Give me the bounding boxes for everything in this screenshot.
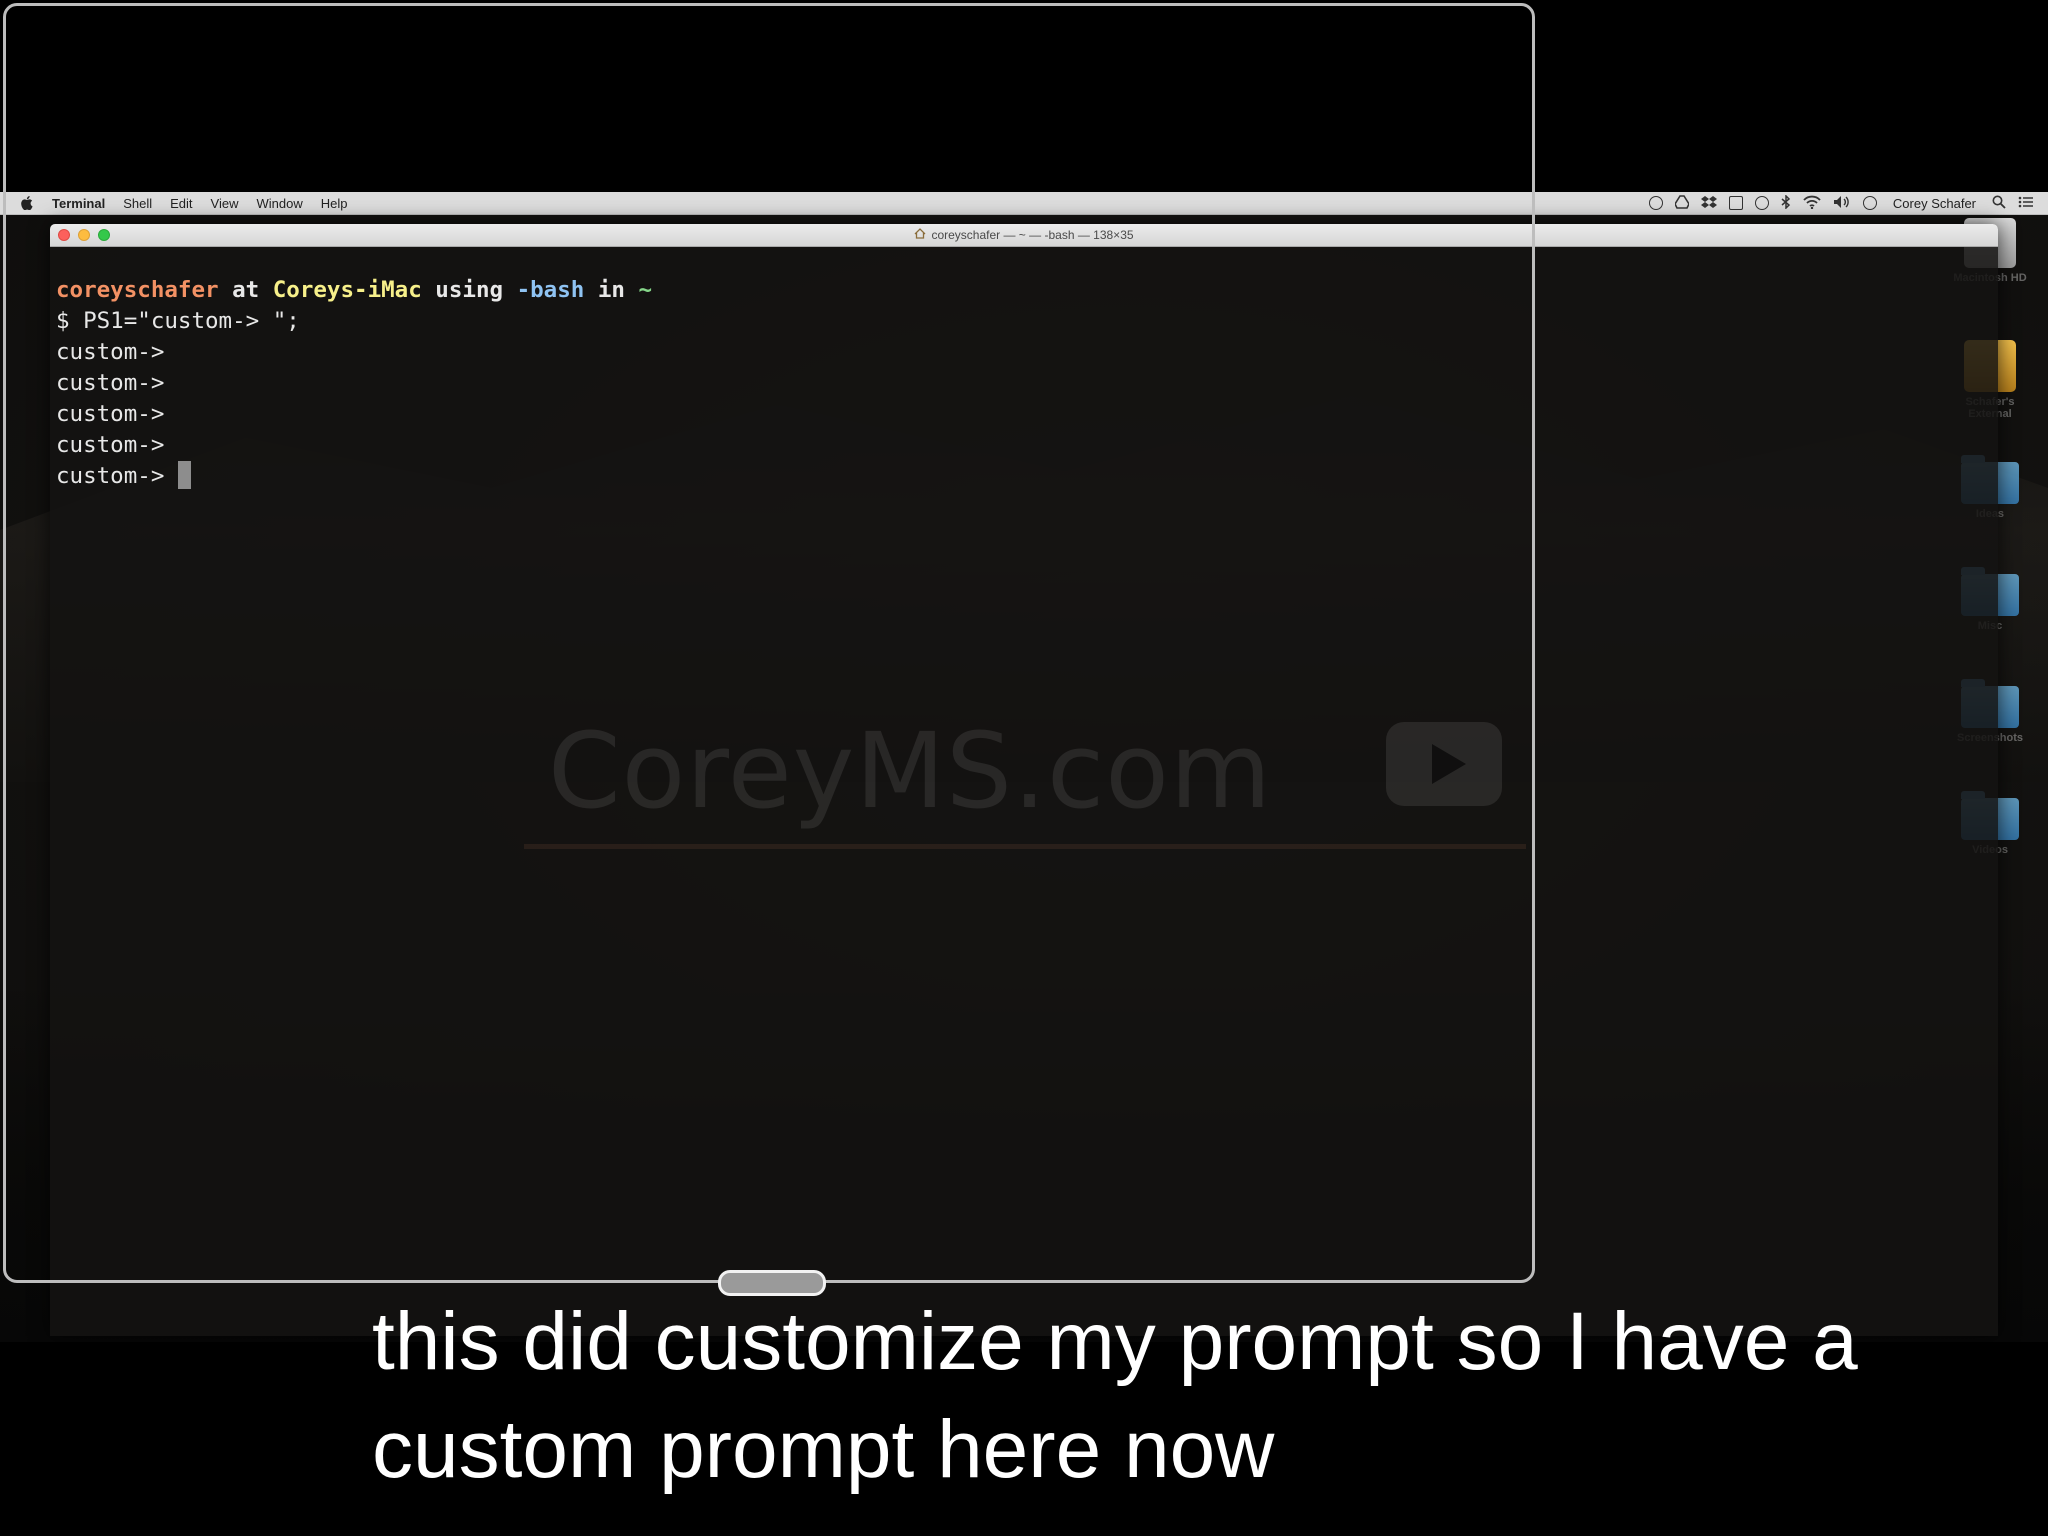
- prompt-at: at: [218, 277, 273, 303]
- custom-prompt-line: custom->: [56, 401, 165, 427]
- window-controls: [58, 229, 110, 241]
- prompt-shell: -bash: [516, 277, 585, 303]
- notification-center-icon[interactable]: [2018, 195, 2034, 212]
- volume-icon[interactable]: [1833, 195, 1851, 212]
- zoom-button[interactable]: [98, 229, 110, 241]
- close-button[interactable]: [58, 229, 70, 241]
- prompt-user: coreyschafer: [56, 277, 219, 303]
- time-machine-icon[interactable]: [1754, 196, 1769, 210]
- active-prompt-line[interactable]: custom->: [56, 461, 1992, 492]
- menu-shell[interactable]: Shell: [123, 196, 152, 211]
- spotlight-search-icon[interactable]: [1992, 195, 2006, 212]
- watermark-text: CoreyMS.com: [548, 710, 1273, 832]
- menu-help[interactable]: Help: [321, 196, 348, 211]
- clock-icon[interactable]: [1862, 196, 1877, 210]
- watermark-underline: [524, 844, 1526, 849]
- window-titlebar[interactable]: coreyschafer — ~ — -bash — 138×35: [50, 224, 1998, 247]
- menu-window[interactable]: Window: [257, 196, 303, 211]
- prompt-using: using: [421, 277, 517, 303]
- record-icon[interactable]: [1648, 196, 1663, 210]
- menu-terminal[interactable]: Terminal: [52, 196, 105, 211]
- prompt-host: Coreys-iMac: [272, 277, 422, 303]
- custom-prompt-line: custom->: [56, 339, 165, 365]
- dropbox-icon[interactable]: [1700, 195, 1717, 212]
- minimize-button[interactable]: [78, 229, 90, 241]
- active-prompt: custom->: [56, 463, 165, 489]
- wifi-icon[interactable]: [1803, 195, 1821, 212]
- prompt-dir: ~: [638, 277, 653, 303]
- prompt-in: in: [584, 277, 639, 303]
- home-folder-icon: [914, 228, 926, 242]
- bluetooth-icon[interactable]: [1781, 193, 1791, 212]
- text-cursor: [178, 461, 192, 489]
- airplay-icon[interactable]: [1728, 196, 1743, 210]
- window-title-text: coreyschafer — ~ — -bash — 138×35: [931, 228, 1134, 242]
- user-name[interactable]: Corey Schafer: [1893, 196, 1976, 211]
- google-drive-icon[interactable]: [1673, 194, 1690, 212]
- caption-line-1: this did customize my prompt so I have a: [372, 1296, 1858, 1387]
- window-title: coreyschafer — ~ — -bash — 138×35: [914, 228, 1134, 242]
- video-caption: this did customize my prompt so I have a…: [372, 1288, 2012, 1504]
- play-button-icon: [1386, 722, 1502, 806]
- apple-menu-icon[interactable]: [20, 196, 34, 210]
- watermark: CoreyMS.com: [524, 710, 1548, 880]
- caption-line-2: custom prompt here now: [372, 1404, 1275, 1495]
- menu-edit[interactable]: Edit: [170, 196, 192, 211]
- custom-prompt-line: custom->: [56, 432, 165, 458]
- menu-bar: Terminal Shell Edit View Window Help Cor…: [0, 192, 2048, 215]
- menu-view[interactable]: View: [211, 196, 239, 211]
- custom-prompt-line: custom->: [56, 370, 165, 396]
- prompt-line: coreyschafer at Coreys-iMac using -bash …: [56, 275, 1992, 306]
- command-line: $ PS1="custom-> ";: [56, 308, 300, 334]
- terminal-output[interactable]: coreyschafer at Coreys-iMac using -bash …: [50, 247, 1998, 492]
- status-area: Corey Schafer: [1648, 192, 2034, 214]
